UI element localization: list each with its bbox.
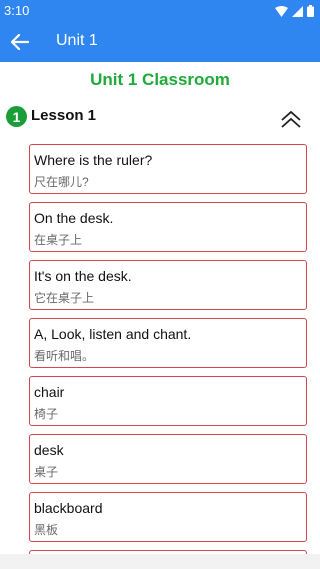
page-title: Unit 1 Classroom (90, 70, 230, 89)
signal-icon (292, 5, 303, 17)
app-title: Unit 1 (56, 32, 98, 49)
sentence-chinese: 它在桌子上 (34, 291, 95, 305)
sentence-card[interactable]: It's on the desk. 它在桌子上 (29, 260, 307, 310)
arrow-left-icon (11, 34, 29, 50)
sentence-english: chair (34, 384, 65, 400)
sentence-chinese: 看听和唱。 (34, 349, 95, 363)
sentence-card[interactable]: desk 桌子 (29, 434, 307, 484)
status-icons (275, 4, 314, 18)
status-time: 3:10 (4, 3, 30, 18)
sentence-english: It's on the desk. (34, 268, 132, 284)
back-button[interactable] (8, 30, 32, 54)
sentence-card[interactable]: chair 椅子 (29, 376, 307, 426)
wifi-icon (275, 5, 288, 17)
sentence-card[interactable]: Where is the ruler? 尺在哪儿? (29, 144, 307, 194)
double-chevron-up-icon (281, 110, 301, 128)
lesson-title: Lesson 1 (31, 107, 97, 124)
sentence-chinese: 黑板 (34, 523, 59, 537)
sentence-card[interactable]: A, Look, listen and chant. 看听和唱。 (29, 318, 307, 368)
sentence-english: Where is the ruler? (34, 152, 153, 168)
battery-icon (307, 5, 314, 17)
collapse-button[interactable] (278, 109, 304, 131)
sentence-chinese: 椅子 (34, 407, 59, 421)
sentence-english: On the desk. (34, 210, 114, 226)
sentence-english: A, Look, listen and chant. (34, 326, 192, 342)
lesson-header[interactable]: 1 Lesson 1 (0, 104, 320, 130)
bottom-edge (0, 554, 320, 569)
sentence-card[interactable]: On the desk. 在桌子上 (29, 202, 307, 252)
sentence-chinese: 尺在哪儿? (34, 175, 89, 189)
sentence-chinese: 桌子 (34, 465, 59, 479)
lesson-number-badge: 1 (6, 106, 27, 127)
sentence-english: blackboard (34, 500, 103, 516)
status-bar: 3:10 (0, 0, 320, 22)
sentence-card[interactable]: blackboard 黑板 (29, 492, 307, 542)
app-bar: Unit 1 (0, 22, 320, 62)
sentence-english: desk (34, 442, 64, 458)
sentence-chinese: 在桌子上 (34, 233, 83, 247)
